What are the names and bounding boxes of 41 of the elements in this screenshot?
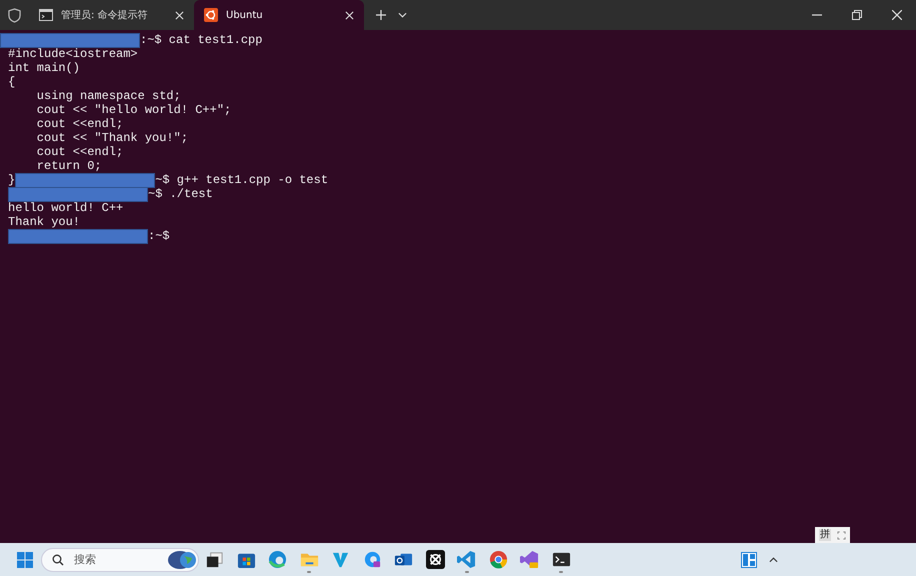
close-icon[interactable]: [345, 10, 354, 20]
edge-icon[interactable]: [268, 550, 288, 569]
close-icon[interactable]: [892, 10, 902, 20]
terminal-line: ~$ ./test: [148, 187, 213, 201]
terminal-line: hello world! C++: [8, 201, 124, 215]
terminal-text: }: [8, 173, 16, 187]
dropdown-icon[interactable]: [398, 12, 407, 18]
vs-icon[interactable]: [520, 550, 540, 569]
expand-icon[interactable]: [837, 530, 846, 540]
terminal-line: using namespace std;: [36, 89, 181, 103]
search-box[interactable]: 搜索: [41, 548, 199, 572]
ubuntu-icon: [204, 8, 218, 22]
terminal-line: cout << "Thank you!";: [36, 131, 188, 145]
chevron-up-icon[interactable]: [769, 556, 778, 562]
terminal-line: cout <<endl;: [36, 117, 124, 131]
taskview-icon[interactable]: [205, 550, 224, 569]
vscode-icon[interactable]: [457, 550, 476, 569]
terminal-line: :~$ cat test1.cpp: [140, 33, 262, 47]
shield-icon[interactable]: [8, 8, 21, 22]
search-icon: [52, 554, 64, 566]
search-field[interactable]: 搜索: [72, 552, 160, 567]
console-icon: [39, 9, 53, 21]
tab[interactable]: Ubuntu: [194, 0, 364, 30]
globe-icon: [168, 550, 196, 570]
restore-icon[interactable]: [852, 10, 862, 20]
chrome-icon[interactable]: [488, 550, 508, 569]
terminal-icon[interactable]: [552, 550, 571, 569]
add-tab-icon[interactable]: [376, 10, 386, 20]
terminal-line: #include<iostream>: [8, 47, 138, 61]
widgets-icon[interactable]: [741, 552, 757, 568]
terminal-line: return 0;: [36, 159, 102, 173]
terminal-line: cout << "hello world! C++";: [36, 103, 232, 117]
terminal-line: {: [8, 75, 16, 89]
terminal-line: ~$ g++ test1.cpp -o test: [155, 173, 328, 187]
terminal-line: int main(): [8, 61, 80, 75]
terminal-line: :~$: [148, 229, 170, 243]
terminal-line: cout <<endl;: [36, 145, 124, 159]
terminal-line: Thank you!: [8, 215, 80, 229]
ime-mode-button[interactable]: 拼: [819, 529, 831, 541]
close-icon[interactable]: [175, 10, 184, 20]
start-icon[interactable]: [17, 552, 33, 568]
